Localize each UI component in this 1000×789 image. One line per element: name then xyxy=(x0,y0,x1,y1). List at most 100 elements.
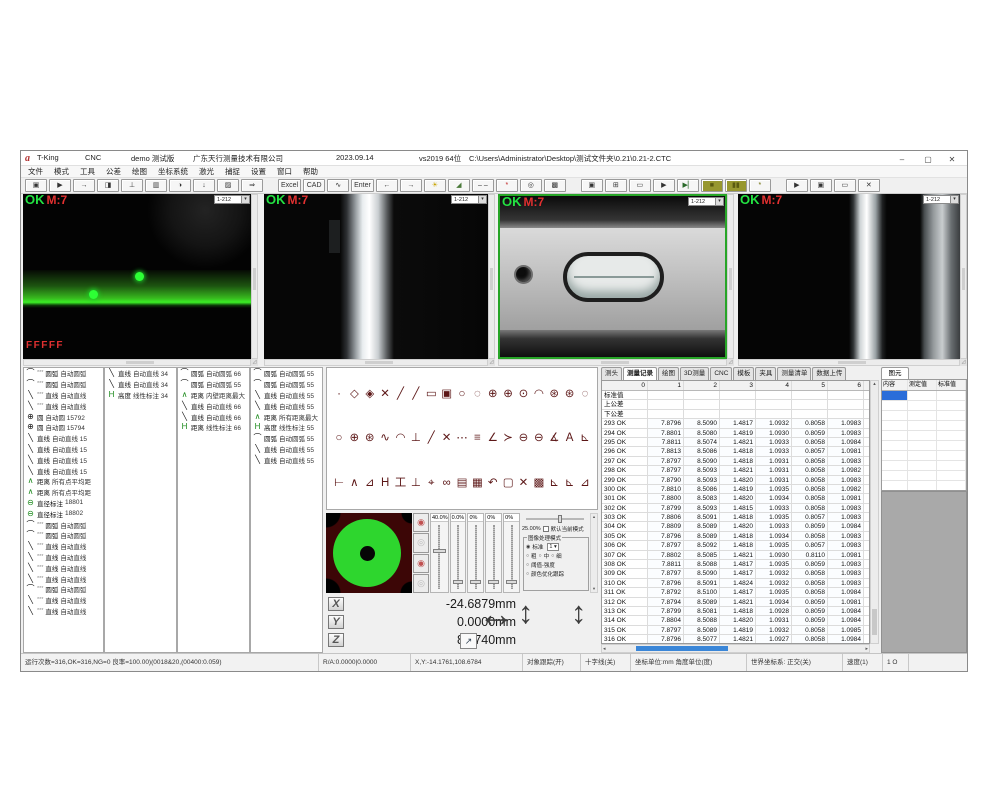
menu-item-10[interactable]: 窗口 xyxy=(277,166,292,177)
measure-tool-icon[interactable]: ◌ xyxy=(470,387,484,401)
z-axis-icon[interactable]: Z xyxy=(328,633,344,647)
menu-item-7[interactable]: 激光 xyxy=(199,166,214,177)
measure-tool-icon[interactable]: ∞ xyxy=(440,476,454,490)
element-cell[interactable] xyxy=(908,481,937,490)
table-row[interactable]: 296 OK7.88138.50861.48181.09330.80571.09… xyxy=(602,447,869,456)
measure-tool-icon[interactable]: ⊥ xyxy=(409,431,423,445)
tab-测头[interactable]: 测头 xyxy=(601,367,622,380)
camera-resize-grip[interactable]: ◿ xyxy=(727,359,734,366)
measure-tool-icon[interactable]: ⊛ xyxy=(547,387,561,401)
ring-light-button-4[interactable]: ◎ xyxy=(413,574,429,593)
element-cell[interactable] xyxy=(882,461,908,470)
camera-1-view[interactable]: FFFFFOKM:71-212▾ xyxy=(23,194,251,359)
menu-item-6[interactable]: 坐标系统 xyxy=(158,166,188,177)
element-cell[interactable] xyxy=(937,411,966,420)
star-button[interactable]: * xyxy=(496,179,518,192)
table-row[interactable]: 315 OK7.87978.50891.48191.09320.80581.09… xyxy=(602,626,869,635)
table-row[interactable]: 297 OK7.87978.50901.48181.09310.80581.09… xyxy=(602,457,869,466)
list-item[interactable]: ╲***直线自动直线 xyxy=(24,390,103,401)
measure-tool-icon[interactable]: ▢ xyxy=(501,476,515,490)
element-row[interactable] xyxy=(882,451,966,461)
chevron-down-icon[interactable]: ▾ xyxy=(478,196,486,203)
element-cell[interactable] xyxy=(908,391,937,400)
list-item[interactable]: ╲直线自动直线 66 xyxy=(178,400,249,411)
measure-tool-icon[interactable]: ⊕ xyxy=(486,387,500,401)
chevron-down-icon[interactable]: ▾ xyxy=(950,196,958,203)
ring-light-button-2[interactable]: ◎ xyxy=(413,533,429,552)
list-item[interactable]: ╲***直线自动直线 xyxy=(24,606,103,617)
folder-button[interactable]: ▭ xyxy=(629,179,651,192)
element-cell[interactable] xyxy=(937,441,966,450)
list-item[interactable]: ∧距离所有点平均距 xyxy=(24,487,103,498)
tab-测量清单[interactable]: 测量清单 xyxy=(777,367,811,380)
camera-resize-grip[interactable]: ◿ xyxy=(488,359,495,366)
camera-zoom-combo[interactable]: 1-212▾ xyxy=(923,195,959,204)
menu-item-3[interactable]: 工具 xyxy=(80,166,95,177)
element-row[interactable] xyxy=(882,431,966,441)
selected-cell[interactable] xyxy=(882,391,908,400)
table-row[interactable]: 306 OK7.87978.50921.48181.09350.80571.09… xyxy=(602,541,869,550)
stage-move-button[interactable]: → xyxy=(73,179,95,192)
list-item[interactable]: ⌒圆弧自动圆弧 55 xyxy=(251,433,322,444)
profile-button[interactable]: ∿ xyxy=(327,179,349,192)
list-item[interactable]: ╲直线自动直线 34 xyxy=(105,379,176,390)
run-button[interactable]: ▶ xyxy=(653,179,675,192)
measure-tool-icon[interactable]: ╱ xyxy=(394,387,408,401)
list-item[interactable]: ⌒***圆弧自动圆弧 xyxy=(24,584,103,595)
measure-tool-icon[interactable]: ∿ xyxy=(378,431,392,445)
element-row[interactable] xyxy=(882,411,966,421)
camera-resize-grip[interactable]: ◿ xyxy=(960,359,967,366)
copy-button[interactable]: ⊞ xyxy=(605,179,627,192)
measure-tool-icon[interactable]: A xyxy=(563,431,577,445)
record-table-vscroll[interactable]: ▴ xyxy=(870,380,879,644)
chevron-down-icon[interactable]: ▾ xyxy=(241,196,249,203)
radio-medium[interactable]: ○ xyxy=(539,553,542,559)
probe-button[interactable]: ◨ xyxy=(97,179,119,192)
list-item[interactable]: ╲***直线自动直线 xyxy=(24,562,103,573)
run-to-end-button[interactable]: ▶▏ xyxy=(677,179,699,192)
minimize-button[interactable]: – xyxy=(889,153,915,167)
camera-zoom-combo[interactable]: 1-212▾ xyxy=(214,195,250,204)
measure-tool-icon[interactable]: ⊢ xyxy=(332,476,346,490)
tools-button[interactable]: * xyxy=(749,179,771,192)
table-row[interactable]: 308 OK7.88118.50881.48171.09350.80591.09… xyxy=(602,560,869,569)
table-row[interactable]: 314 OK7.88048.50881.48201.09310.80591.09… xyxy=(602,616,869,625)
list-item[interactable]: ⊖直径标注18801 xyxy=(24,498,103,509)
table-row[interactable]: 295 OK7.88118.50741.48211.09330.80581.09… xyxy=(602,438,869,447)
open-button[interactable]: ▶ xyxy=(49,179,71,192)
tab-绘图[interactable]: 绘图 xyxy=(658,367,679,380)
excel-export-button[interactable]: Excel xyxy=(278,179,301,192)
list-item[interactable]: ╲直线自动直线 15 xyxy=(24,444,103,455)
measure-tool-icon[interactable]: ○ xyxy=(332,431,346,445)
measure-tool-icon[interactable]: ⊾ xyxy=(578,431,592,445)
hscroll-thumb[interactable] xyxy=(636,646,728,651)
list-item[interactable]: H高度线性标注 34 xyxy=(105,390,176,401)
list-item[interactable]: ╲直线自动直线 66 xyxy=(178,411,249,422)
list-item[interactable]: ╲直线自动直线 34 xyxy=(105,368,176,379)
camera-vscroll[interactable] xyxy=(251,194,258,359)
element-cell[interactable] xyxy=(937,421,966,430)
measure-tool-icon[interactable]: ⊖ xyxy=(532,431,546,445)
table-row[interactable]: 304 OK7.88098.50891.48201.09330.80591.09… xyxy=(602,522,869,531)
list-item[interactable]: ⌒***圆弧自动圆弧 xyxy=(24,519,103,530)
menu-item-11[interactable]: 帮助 xyxy=(303,166,318,177)
stop-button[interactable]: ■ xyxy=(701,179,723,192)
element-cell[interactable] xyxy=(937,461,966,470)
list-item[interactable]: ∧距离所有距离最大 xyxy=(251,411,322,422)
list-item[interactable]: ╲***直线自动直线 xyxy=(24,541,103,552)
measure-tool-icon[interactable]: ◇ xyxy=(347,387,361,401)
element-cell[interactable] xyxy=(882,421,908,430)
enter-button[interactable]: Enter xyxy=(351,179,374,192)
list-item[interactable]: ╲直线自动直线 15 xyxy=(24,454,103,465)
measure-tool-icon[interactable]: ✕ xyxy=(517,476,531,490)
save-2-button[interactable]: ▣ xyxy=(581,179,603,192)
measure-tool-icon[interactable]: ╱ xyxy=(424,431,438,445)
list-item[interactable]: ╲直线自动直线 55 xyxy=(251,444,322,455)
magnifier-button[interactable]: ◎ xyxy=(520,179,542,192)
menu-item-9[interactable]: 设置 xyxy=(251,166,266,177)
radio-coarse[interactable]: ○ xyxy=(526,553,529,559)
ring-light-button-1[interactable]: ◉ xyxy=(413,513,429,532)
list-item[interactable]: ╲***直线自动直线 xyxy=(24,400,103,411)
camera-hscroll[interactable] xyxy=(23,359,251,366)
camera-vscroll[interactable] xyxy=(960,194,967,359)
